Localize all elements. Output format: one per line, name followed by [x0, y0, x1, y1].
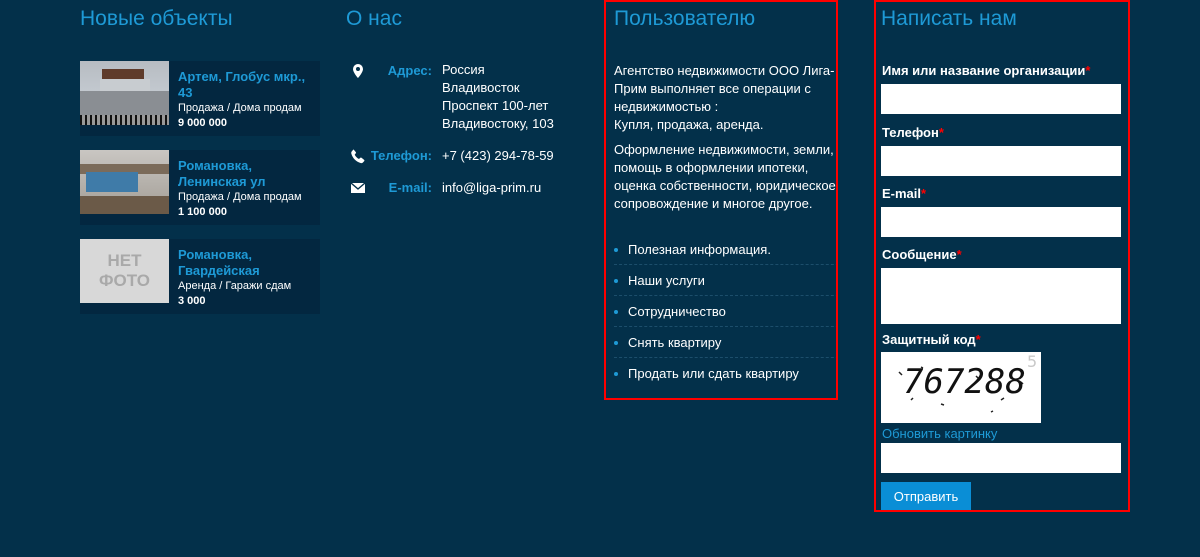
services-line: оценка собственности, юридическое [614, 178, 836, 193]
phone-label-text: Телефон [882, 125, 939, 140]
object-price: 9 000 000 [178, 117, 227, 129]
email-label: E-mail: [388, 180, 432, 195]
link-label[interactable]: Наши услуги [628, 273, 705, 288]
object-photo[interactable] [80, 150, 169, 214]
name-label-text: Имя или название организации [882, 63, 1086, 78]
bullet-icon [614, 247, 618, 252]
address-label: Адрес: [387, 63, 432, 78]
link-rent-apartment[interactable]: Снять квартиру [614, 327, 836, 358]
user-services-text: Оформление недвижимости, земли, помощь в… [614, 141, 836, 213]
send-button[interactable]: Отправить [881, 482, 971, 510]
address-line: Владивостоку, 103 [442, 116, 554, 131]
object-category: Продажа / Дома продам [178, 102, 302, 114]
phone-field-label: Телефон* [882, 125, 944, 140]
services-line: Оформление недвижимости, земли, [614, 142, 834, 157]
captcha-extra-digit: 5 [1027, 352, 1038, 371]
address-line: Владивосток [442, 80, 520, 95]
object-card[interactable]: Романовка, Ленинская ул Продажа / Дома п… [80, 150, 320, 225]
bullet-icon [614, 371, 618, 376]
services-line: сопровождение и многое другое. [614, 196, 813, 211]
name-input[interactable] [881, 84, 1121, 114]
intro-line: недвижимостью : [614, 99, 719, 114]
link-label[interactable]: Продать или сдать квартиру [628, 366, 799, 381]
bullet-icon [614, 340, 618, 345]
user-panel-title: Пользователю [614, 7, 756, 30]
bullet-icon [614, 278, 618, 283]
object-price: 1 100 000 [178, 206, 227, 218]
message-label-text: Сообщение [882, 247, 957, 262]
required-mark: * [956, 247, 962, 262]
message-textarea[interactable] [881, 268, 1121, 324]
user-intro-text: Агентство недвижимости ООО Лига- Прим вы… [614, 62, 836, 134]
captcha-image: 767288 5 [881, 352, 1041, 423]
email-input[interactable] [881, 207, 1121, 237]
captcha-label-text: Защитный код [882, 332, 976, 347]
captcha-code: 767288 [903, 362, 1026, 402]
object-price: 3 000 [178, 295, 206, 307]
about-title: О нас [346, 7, 402, 30]
object-title[interactable]: Артем, Глобус мкр., 43 [178, 69, 318, 101]
required-mark: * [1085, 63, 1091, 78]
name-label: Имя или название организации* [882, 63, 1090, 78]
no-photo-placeholder[interactable]: НЕТ ФОТО [80, 239, 169, 303]
email-value[interactable]: info@liga-prim.ru [442, 179, 541, 197]
object-title[interactable]: Романовка, Гвардейская [178, 247, 318, 279]
address-value: Россия Владивосток Проспект 100-лет Влад… [442, 61, 554, 133]
object-card[interactable]: Артем, Глобус мкр., 43 Продажа / Дома пр… [80, 61, 320, 136]
link-sell-apartment[interactable]: Продать или сдать квартиру [614, 358, 836, 389]
object-category: Аренда / Гаражи сдам [178, 280, 292, 292]
intro-line: Прим выполняет все операции с [614, 81, 811, 96]
user-info-panel: Пользователю Агентство недвижимости ООО … [604, 0, 838, 400]
captcha-label: Защитный код* [882, 332, 981, 347]
address-line: Проспект 100-лет [442, 98, 549, 113]
services-line: помощь в оформлении ипотеки, [614, 160, 809, 175]
link-our-services[interactable]: Наши услуги [614, 265, 836, 296]
phone-value[interactable]: +7 (423) 294-78-59 [442, 147, 554, 165]
contact-form-title: Написать нам [881, 7, 1017, 30]
link-label[interactable]: Полезная информация. [628, 242, 771, 257]
bullet-icon [614, 309, 618, 314]
email-label-text: E-mail [882, 186, 922, 201]
refresh-captcha-link[interactable]: Обновить картинку [882, 426, 997, 441]
message-label: Сообщение* [882, 247, 962, 262]
new-objects-title: Новые объекты [80, 7, 233, 30]
link-label[interactable]: Сотрудничество [628, 304, 726, 319]
email-field-label: E-mail* [882, 186, 926, 201]
phone-input[interactable] [881, 146, 1121, 176]
object-category: Продажа / Дома продам [178, 191, 302, 203]
object-title[interactable]: Романовка, Ленинская ул [178, 158, 318, 190]
contact-form: Написать нам Имя или название организаци… [874, 0, 1130, 512]
required-mark: * [938, 125, 944, 140]
object-card[interactable]: НЕТ ФОТО Романовка, Гвардейская Аренда /… [80, 239, 320, 314]
required-mark: * [921, 186, 927, 201]
link-useful-info[interactable]: Полезная информация. [614, 234, 836, 265]
link-cooperation[interactable]: Сотрудничество [614, 296, 836, 327]
required-mark: * [975, 332, 981, 347]
intro-line: Агентство недвижимости ООО Лига- [614, 63, 835, 78]
address-line: Россия [442, 62, 485, 77]
link-label[interactable]: Снять квартиру [628, 335, 721, 350]
captcha-input[interactable] [881, 443, 1121, 473]
intro-line: Купля, продажа, аренда. [614, 117, 764, 132]
object-photo[interactable] [80, 61, 169, 125]
phone-label: Телефон: [370, 148, 432, 163]
